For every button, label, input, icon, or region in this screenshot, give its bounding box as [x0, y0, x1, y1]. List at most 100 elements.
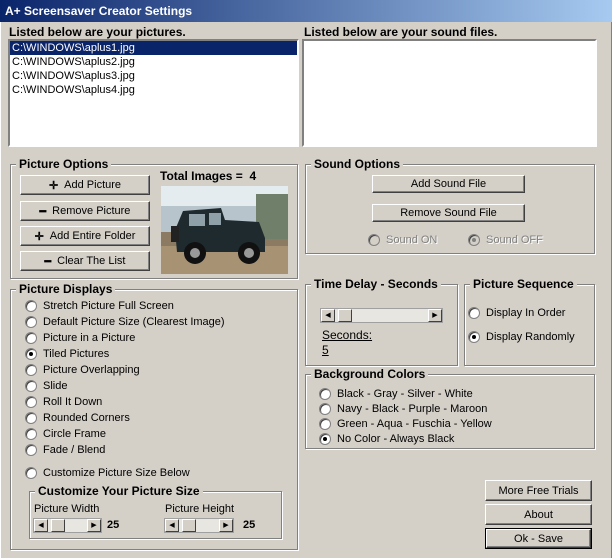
- picture-height-label: Picture Height: [165, 503, 235, 515]
- picture-file-item[interactable]: C:\WINDOWS\aplus2.jpg: [10, 55, 297, 69]
- scroll-thumb[interactable]: [338, 309, 352, 322]
- background-color-radio[interactable]: Navy - Black - Purple - Maroon: [319, 403, 487, 415]
- picture-width-scrollbar[interactable]: ◀ ▶: [33, 518, 102, 533]
- background-color-label: Black - Gray - Silver - White: [337, 388, 473, 400]
- total-images: Total Images = 4: [160, 169, 256, 183]
- more-free-trials-label: More Free Trials: [498, 484, 579, 497]
- time-delay-scrollbar[interactable]: ◀ ▶: [320, 308, 443, 323]
- display-in-order-label: Display In Order: [486, 307, 566, 319]
- radio-selected-icon: [25, 348, 37, 360]
- picture-display-label: Picture Overlapping: [43, 364, 140, 376]
- picture-file-item[interactable]: C:\WINDOWS\aplus1.jpg: [10, 41, 297, 55]
- picture-display-radio[interactable]: Tiled Pictures: [25, 348, 109, 360]
- picture-display-radio[interactable]: Default Picture Size (Clearest Image): [25, 316, 225, 328]
- sound-off-radio[interactable]: Sound OFF: [468, 234, 543, 246]
- picture-width-value: 25: [107, 519, 120, 531]
- plus-icon: ✛: [34, 230, 44, 243]
- scroll-thumb[interactable]: [51, 519, 65, 532]
- picture-display-radio[interactable]: Circle Frame: [25, 428, 106, 440]
- remove-picture-button[interactable]: ━ Remove Picture: [20, 201, 150, 221]
- clear-list-label: Clear The List: [57, 255, 126, 267]
- display-randomly-label: Display Randomly: [486, 331, 575, 343]
- radio-icon: [25, 316, 37, 328]
- scroll-left-icon[interactable]: ◀: [165, 519, 179, 532]
- radio-selected-icon: [468, 331, 480, 343]
- radio-icon: [319, 403, 331, 415]
- clear-list-button[interactable]: ━ Clear The List: [20, 251, 150, 271]
- scroll-right-icon[interactable]: ▶: [87, 519, 101, 532]
- radio-icon: [25, 444, 37, 456]
- picture-width-label: Picture Width: [34, 503, 100, 515]
- pictures-listbox[interactable]: C:\WINDOWS\aplus1.jpg C:\WINDOWS\aplus2.…: [8, 39, 299, 147]
- picture-sequence-group: Picture Sequence: [464, 277, 595, 366]
- picture-display-radio[interactable]: Fade / Blend: [25, 444, 105, 456]
- add-entire-folder-button[interactable]: ✛ Add Entire Folder: [20, 226, 150, 246]
- picture-display-label: Rounded Corners: [43, 412, 130, 424]
- total-images-label: Total Images =: [160, 169, 243, 183]
- radio-selected-icon: [319, 433, 331, 445]
- picture-sequence-title: Picture Sequence: [470, 277, 577, 291]
- remove-sound-file-button[interactable]: Remove Sound File: [372, 204, 525, 222]
- remove-picture-label: Remove Picture: [52, 205, 131, 217]
- total-images-value: 4: [249, 169, 257, 183]
- sound-on-label: Sound ON: [386, 234, 438, 246]
- scroll-right-icon[interactable]: ▶: [219, 519, 233, 532]
- plus-icon: ✛: [48, 179, 59, 192]
- minus-icon: ━: [39, 205, 47, 218]
- sounds-list-header: Listed below are your sound files.: [304, 25, 498, 39]
- picture-preview: [161, 186, 288, 274]
- radio-icon: [25, 412, 37, 424]
- radio-icon: [25, 396, 37, 408]
- picture-display-radio[interactable]: Roll It Down: [25, 396, 102, 408]
- jeep-photo: [161, 186, 288, 274]
- background-color-radio[interactable]: No Color - Always Black: [319, 433, 454, 445]
- sounds-listbox[interactable]: [302, 39, 597, 147]
- add-picture-label: Add Picture: [64, 179, 122, 191]
- sound-options-title: Sound Options: [311, 157, 403, 171]
- customize-size-title: Customize Your Picture Size: [35, 484, 203, 498]
- picture-height-value: 25: [243, 519, 256, 531]
- add-sound-file-button[interactable]: Add Sound File: [372, 175, 525, 193]
- title-bar[interactable]: A+ Screensaver Creator Settings: [0, 0, 612, 22]
- display-randomly-radio[interactable]: Display Randomly: [468, 331, 575, 343]
- background-color-radio[interactable]: Green - Aqua - Fuschia - Yellow: [319, 418, 492, 430]
- ok-save-button[interactable]: Ok - Save: [485, 528, 592, 549]
- radio-icon: [319, 418, 331, 430]
- add-picture-button[interactable]: ✛ Add Picture: [20, 175, 150, 195]
- background-color-label: Navy - Black - Purple - Maroon: [337, 403, 488, 415]
- picture-display-radio[interactable]: Slide: [25, 380, 67, 392]
- ok-save-label: Ok - Save: [514, 532, 563, 545]
- about-button[interactable]: About: [485, 504, 592, 525]
- picture-display-label: Slide: [43, 380, 68, 392]
- background-color-label: Green - Aqua - Fuschia - Yellow: [337, 418, 492, 430]
- scroll-left-icon[interactable]: ◀: [321, 309, 335, 322]
- display-in-order-radio[interactable]: Display In Order: [468, 307, 565, 319]
- customize-size-label: Customize Picture Size Below: [43, 467, 190, 479]
- picture-display-radio[interactable]: Stretch Picture Full Screen: [25, 300, 174, 312]
- radio-icon: [468, 307, 480, 319]
- radio-selected-icon: [468, 234, 480, 246]
- background-color-radio[interactable]: Black - Gray - Silver - White: [319, 388, 473, 400]
- radio-icon: [25, 467, 37, 479]
- scroll-right-icon[interactable]: ▶: [428, 309, 442, 322]
- picture-display-radio[interactable]: Picture Overlapping: [25, 364, 140, 376]
- scroll-thumb[interactable]: [182, 519, 196, 532]
- radio-icon: [319, 388, 331, 400]
- picture-file-item[interactable]: C:\WINDOWS\aplus3.jpg: [10, 69, 297, 83]
- picture-display-label: Picture in a Picture: [43, 332, 136, 344]
- picture-file-item[interactable]: C:\WINDOWS\aplus4.jpg: [10, 83, 297, 97]
- picture-displays-title: Picture Displays: [16, 282, 116, 296]
- radio-icon: [25, 364, 37, 376]
- picture-display-label: Default Picture Size (Clearest Image): [43, 316, 225, 328]
- picture-height-scrollbar[interactable]: ◀ ▶: [164, 518, 234, 533]
- picture-display-radio[interactable]: Picture in a Picture: [25, 332, 135, 344]
- sound-off-label: Sound OFF: [486, 234, 543, 246]
- customize-size-radio[interactable]: Customize Picture Size Below: [25, 467, 190, 479]
- more-free-trials-button[interactable]: More Free Trials: [485, 480, 592, 501]
- picture-display-label: Roll It Down: [43, 396, 103, 408]
- sound-on-radio[interactable]: Sound ON: [368, 234, 437, 246]
- window-title: A+ Screensaver Creator Settings: [5, 4, 193, 18]
- picture-display-radio[interactable]: Rounded Corners: [25, 412, 130, 424]
- scroll-left-icon[interactable]: ◀: [34, 519, 48, 532]
- add-sound-file-label: Add Sound File: [410, 178, 487, 190]
